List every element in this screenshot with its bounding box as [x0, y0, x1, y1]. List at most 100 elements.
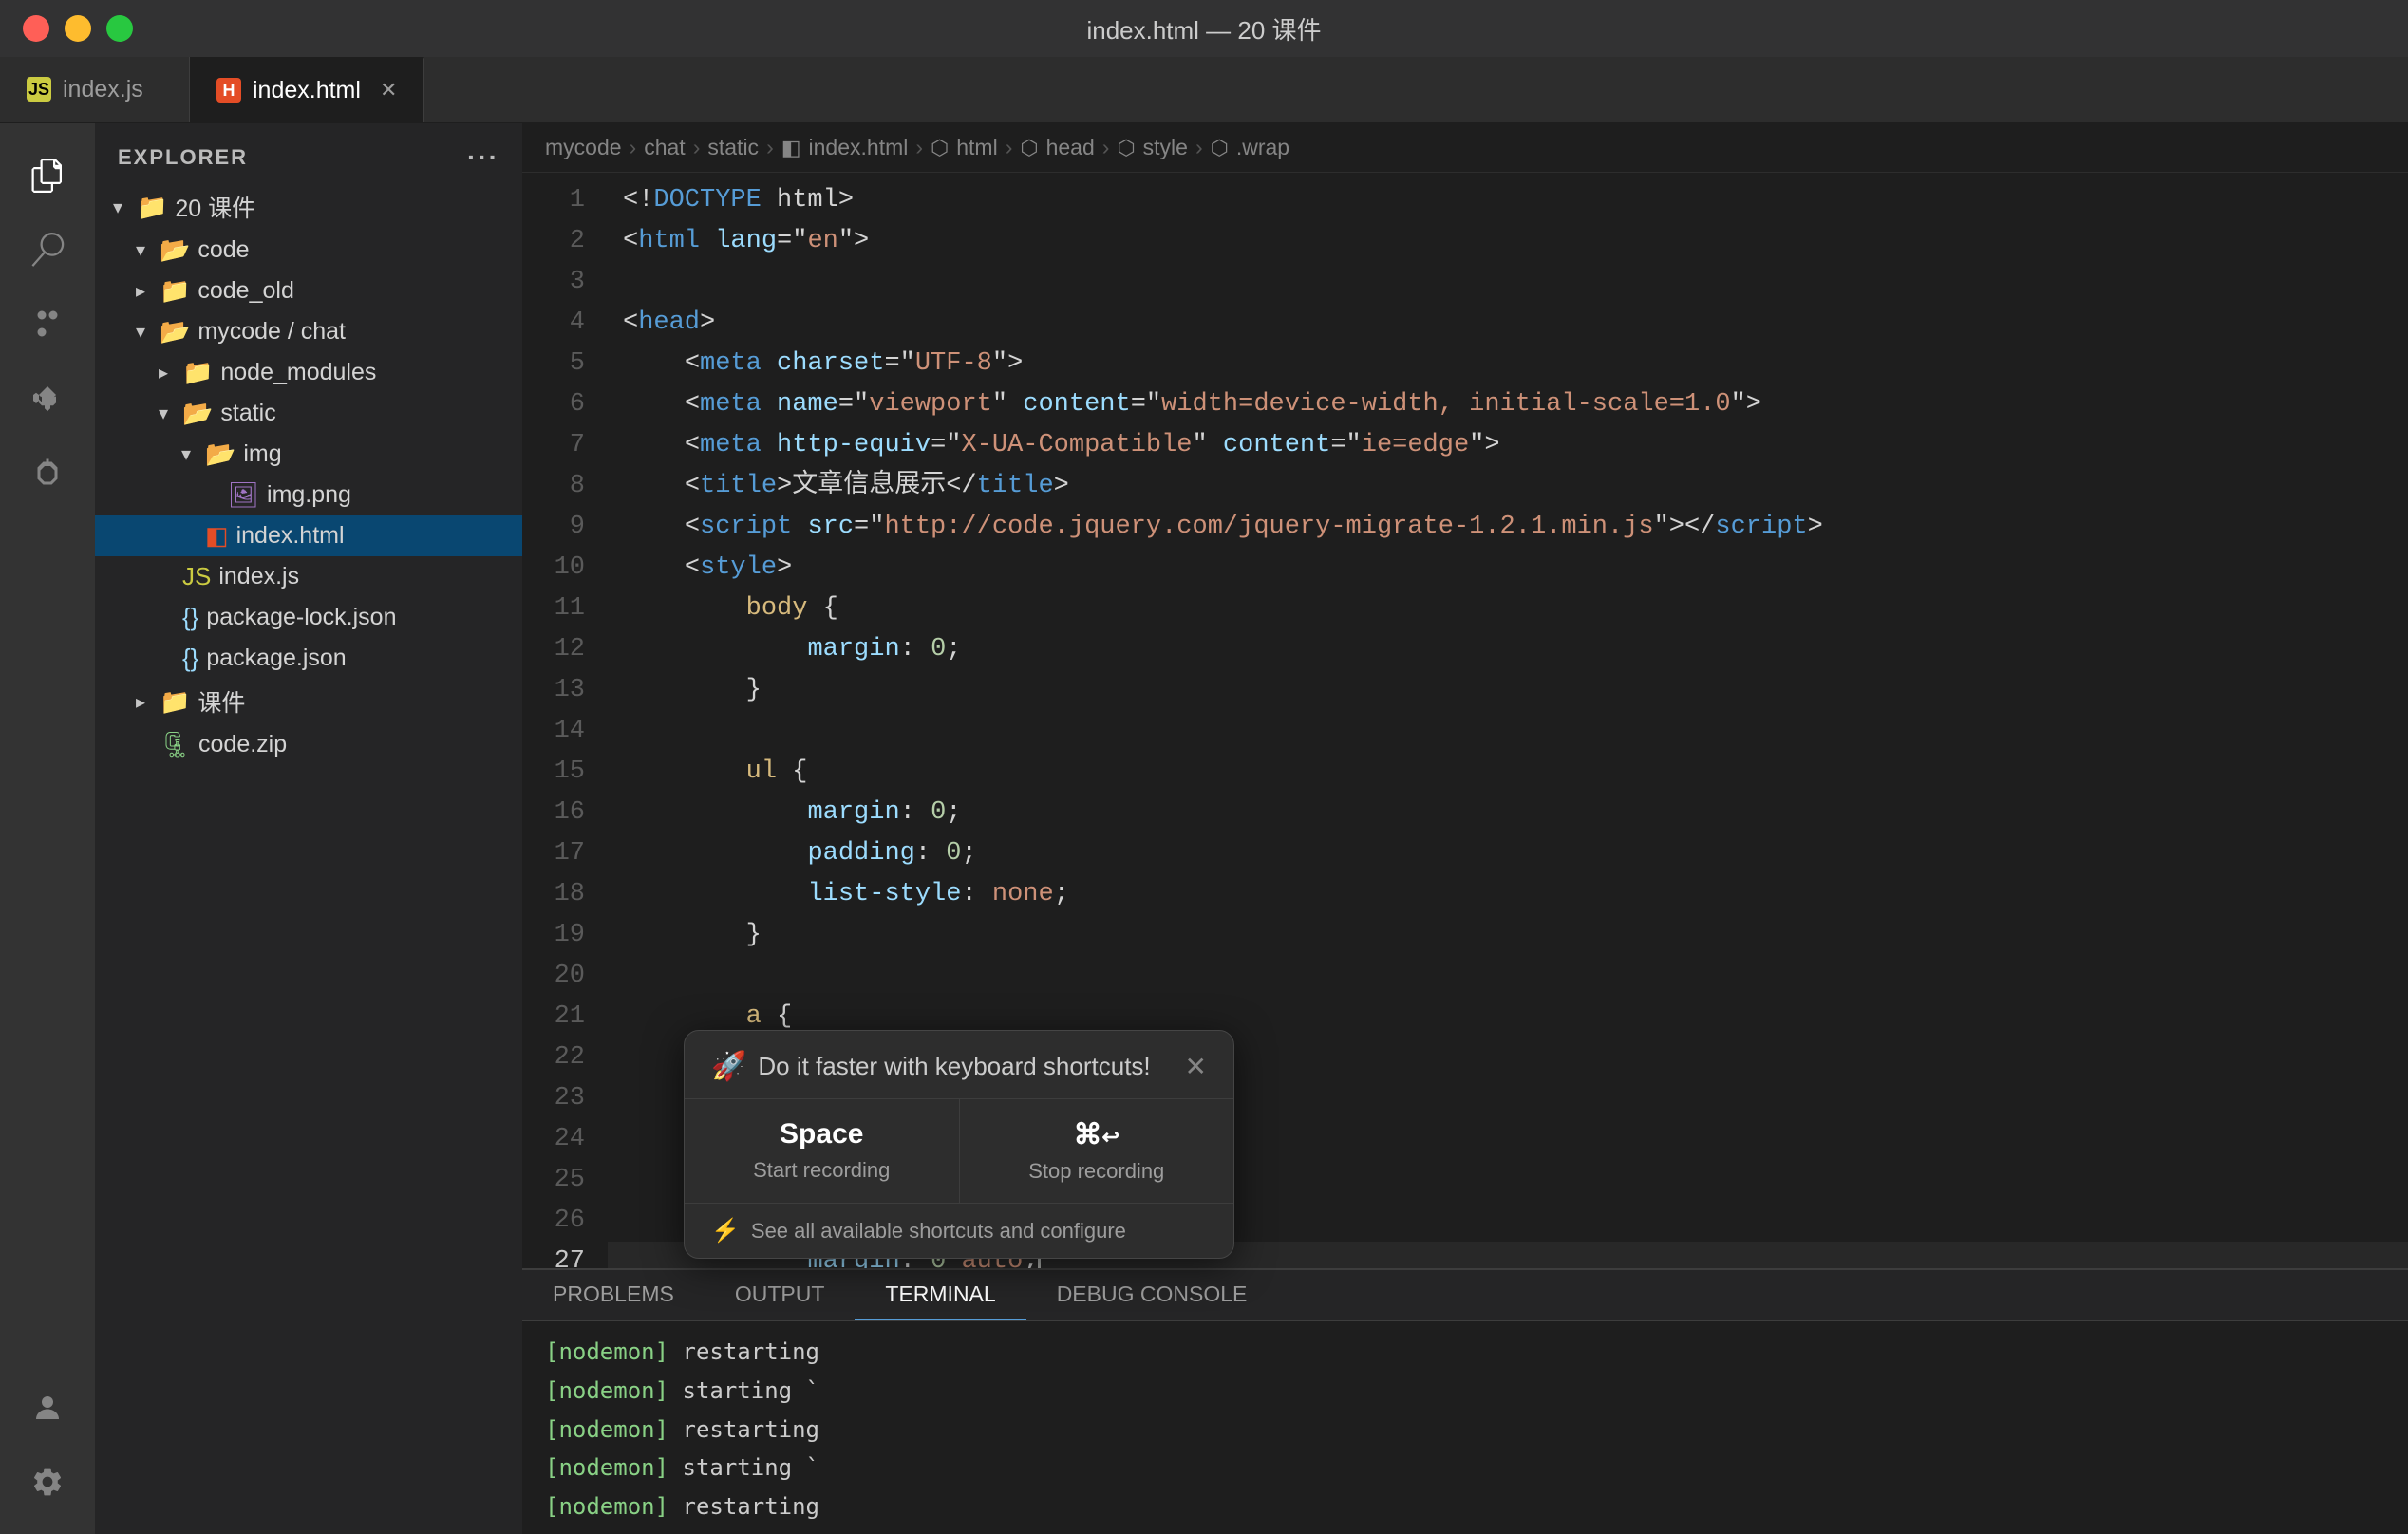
sidebar-title: EXPLORER: [118, 145, 248, 170]
folder-icon: 📁: [182, 358, 213, 387]
tree-arrow-icon: [129, 238, 152, 262]
code-line-13: }: [608, 670, 2408, 711]
breadcrumb-index-html[interactable]: index.html: [809, 135, 909, 160]
terminal-content: [nodemon] restarting [nodemon] starting …: [522, 1321, 2408, 1534]
js-file-icon: JS: [27, 77, 51, 102]
folder-icon: 📁: [137, 193, 167, 222]
popup-close-button[interactable]: ✕: [1185, 1051, 1207, 1082]
sidebar-menu-icon[interactable]: ···: [467, 142, 499, 173]
tree-item-img-png[interactable]: 🖼 img.png: [95, 475, 522, 515]
tab-debug-console[interactable]: DEBUG CONSOLE: [1026, 1270, 1278, 1320]
settings-icon[interactable]: [14, 1449, 81, 1515]
extensions-icon[interactable]: [14, 439, 81, 505]
tree-label: img.png: [267, 481, 351, 509]
shortcut-cmd-enter[interactable]: ⌘↩ Stop recording: [960, 1099, 1234, 1203]
popup-header-text: Do it faster with keyboard shortcuts!: [758, 1052, 1150, 1081]
source-control-icon[interactable]: [14, 290, 81, 357]
breadcrumb-element-icon: ⬡: [931, 136, 949, 160]
popup-footer-text: See all available shortcuts and configur…: [751, 1219, 1126, 1244]
breadcrumb-html[interactable]: html: [956, 135, 997, 160]
folder-icon: 📂: [205, 440, 235, 469]
tab-terminal[interactable]: TERMINAL: [855, 1270, 1025, 1320]
tree-item-code-zip[interactable]: 🗜 code.zip: [95, 724, 522, 765]
explorer-icon[interactable]: [14, 142, 81, 209]
html-file-icon: H: [216, 78, 241, 103]
breadcrumb-element-icon3: ⬡: [1117, 136, 1135, 160]
terminal-line-6: [nodemon] starting `: [545, 1526, 2385, 1534]
tree-item-img[interactable]: 📂 img: [95, 434, 522, 475]
tree-label: index.html: [236, 522, 345, 550]
breadcrumb-style[interactable]: style: [1143, 135, 1188, 160]
activity-bottom: [14, 1375, 81, 1534]
panel-tabs: PROBLEMS OUTPUT TERMINAL DEBUG CONSOLE: [522, 1270, 2408, 1321]
breadcrumb-wrap[interactable]: .wrap: [1236, 135, 1289, 160]
traffic-lights: [23, 15, 133, 42]
minimize-button[interactable]: [65, 15, 91, 42]
code-line-14: [608, 711, 2408, 752]
terminal-line-1: [nodemon] restarting: [545, 1333, 2385, 1372]
tree-item-mycode-chat[interactable]: 📂 mycode / chat: [95, 311, 522, 352]
tree-item-code[interactable]: 📂 code: [95, 230, 522, 271]
breadcrumb-mycode[interactable]: mycode: [545, 135, 622, 160]
breadcrumb-css-icon: ⬡: [1211, 136, 1229, 160]
tree-label: code_old: [198, 277, 293, 305]
code-line-16: margin: 0;: [608, 793, 2408, 833]
code-line-20: [608, 956, 2408, 997]
code-line-8: <title>文章信息展示</title>: [608, 466, 2408, 507]
maximize-button[interactable]: [106, 15, 133, 42]
shortcut-space[interactable]: Space Start recording: [685, 1099, 960, 1203]
tree-label: code.zip: [198, 731, 287, 758]
tree-item-index-html[interactable]: ◧ index.html: [95, 515, 522, 556]
sidebar-explorer: EXPLORER ··· 📁 20 课件 📂 code 📁 code_old: [95, 123, 522, 1534]
keyboard-shortcuts-popup: 🚀 Do it faster with keyboard shortcuts! …: [684, 1030, 1234, 1259]
tab-problems[interactable]: PROBLEMS: [522, 1270, 705, 1320]
tree-arrow-icon: [106, 196, 129, 219]
line-numbers: 1 2 3 4 5 6 7 8 9 10 11 12 13 14 15 16 1: [522, 173, 608, 1268]
tree-item-package-json[interactable]: {} package.json: [95, 638, 522, 679]
window-title: index.html — 20 课件: [1086, 11, 1321, 47]
run-debug-icon[interactable]: [14, 365, 81, 431]
tab-close-icon[interactable]: ✕: [380, 78, 397, 103]
tree-label: 20 课件: [175, 190, 255, 224]
tree-label: mycode / chat: [198, 318, 346, 346]
account-icon[interactable]: [14, 1375, 81, 1441]
popup-shortcuts: Space Start recording ⌘↩ Stop recording: [685, 1099, 1233, 1203]
tree-item-static[interactable]: 📂 static: [95, 393, 522, 434]
shortcut-cmd-key: ⌘↩: [1074, 1118, 1119, 1151]
terminal-line-3: [nodemon] restarting: [545, 1411, 2385, 1450]
tree-label: 课件: [198, 684, 245, 719]
tab-index-html[interactable]: H index.html ✕: [190, 57, 424, 122]
terminal-line-4: [nodemon] starting `: [545, 1449, 2385, 1487]
breadcrumb-static[interactable]: static: [707, 135, 759, 160]
folder-icon: 📁: [160, 687, 190, 717]
tree-item-keijian[interactable]: 📁 课件: [95, 679, 522, 724]
search-icon[interactable]: [14, 216, 81, 283]
breadcrumb-chat[interactable]: chat: [644, 135, 685, 160]
tree-arrow-icon: [152, 402, 175, 425]
tree-label: node_modules: [220, 359, 376, 386]
tree-label: code: [198, 236, 249, 264]
tree-item-code-old[interactable]: 📁 code_old: [95, 271, 522, 311]
folder-icon: 📁: [160, 276, 190, 306]
tree-item-node-modules[interactable]: 📁 node_modules: [95, 352, 522, 393]
tree-arrow-icon: [175, 442, 198, 466]
popup-footer[interactable]: ⚡ See all available shortcuts and config…: [685, 1203, 1233, 1258]
close-button[interactable]: [23, 15, 49, 42]
shortcut-space-label: Start recording: [753, 1158, 890, 1183]
popup-emoji: 🚀: [711, 1050, 746, 1083]
file-icon-zip: 🗜: [160, 730, 191, 759]
tab-output[interactable]: OUTPUT: [705, 1270, 856, 1320]
tree-arrow-icon: [129, 690, 152, 714]
editor-area: mycode › chat › static › ◧ index.html › …: [522, 123, 2408, 1534]
tree-item-20-keijian[interactable]: 📁 20 课件: [95, 184, 522, 230]
tree-item-package-lock[interactable]: {} package-lock.json: [95, 597, 522, 638]
tree-label: package.json: [206, 645, 346, 672]
activity-bar: [0, 123, 95, 1534]
breadcrumb-head[interactable]: head: [1046, 135, 1095, 160]
code-line-6: <meta name="viewport" content="width=dev…: [608, 384, 2408, 425]
tab-index-js[interactable]: JS index.js: [0, 57, 190, 122]
code-line-4: <head>: [608, 303, 2408, 344]
tree-arrow-icon: [129, 320, 152, 344]
tree-item-index-js[interactable]: JS index.js: [95, 556, 522, 597]
footer-info-icon: ⚡: [711, 1217, 740, 1244]
